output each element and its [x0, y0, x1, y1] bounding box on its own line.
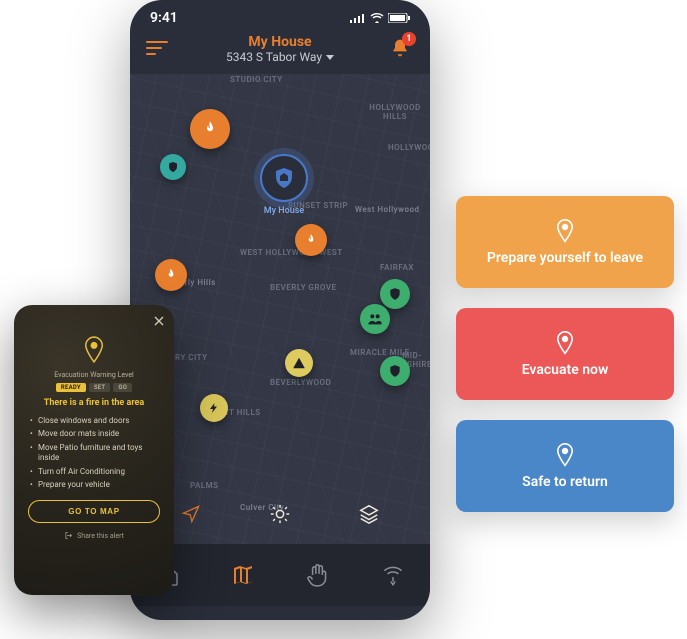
fire-icon [164, 268, 178, 282]
people-icon [367, 311, 383, 327]
location-pin-icon [83, 336, 105, 364]
pill-set: SET [89, 383, 111, 392]
layers-icon [358, 503, 380, 525]
map-label: HOLLYWOOD [388, 144, 430, 153]
my-house-pin[interactable] [260, 154, 308, 202]
wifi-icon [370, 13, 384, 23]
alert-subtitle: Evacuation Warning Level [28, 371, 160, 379]
status-icons [350, 13, 410, 23]
tab-bar [130, 544, 430, 606]
close-icon [154, 316, 164, 326]
warning-pin[interactable] [285, 349, 313, 377]
battery-icon [388, 13, 410, 23]
fire-icon [201, 120, 219, 138]
callout-label: Prepare yourself to leave [487, 250, 643, 266]
location-pin-icon [554, 442, 576, 468]
map-label: BEVERLYWOOD [270, 379, 331, 388]
tab-sensors[interactable] [375, 557, 411, 593]
map-controls [130, 494, 430, 534]
alert-title: There is a fire in the area [28, 398, 160, 408]
layers-button[interactable] [349, 494, 389, 534]
sensor-icon [380, 562, 406, 588]
map-label: WEST HOLLYWOOD WEST [240, 249, 343, 258]
share-alert-button[interactable]: Share this alert [28, 531, 160, 540]
map-label: STUDIO CITY [230, 76, 283, 85]
map-label: FAIRFAX [380, 264, 414, 273]
signal-icon [350, 13, 366, 23]
tab-map[interactable] [225, 557, 261, 593]
map-label: West Hollywood [355, 206, 420, 215]
checklist-item: Move Patio furniture and toys inside [30, 443, 158, 464]
checklist-item: Move door mats inside [30, 429, 158, 439]
my-house-label: My House [264, 206, 305, 216]
bolt-pin[interactable] [200, 394, 228, 422]
tab-resources[interactable] [300, 557, 336, 593]
callout-label: Safe to return [522, 474, 608, 490]
fire-icon [304, 233, 318, 247]
callout-label: Evacuate now [522, 362, 609, 378]
status-bar: 9:41 [130, 0, 430, 28]
bolt-icon [208, 401, 220, 415]
shield-icon [388, 287, 402, 301]
main-app-phone: 9:41 My House 5343 S Tabor Way 1 STUDIO … [130, 0, 430, 620]
warning-level-pills: READY SET GO [28, 383, 160, 392]
brightness-button[interactable] [260, 494, 300, 534]
location-name: My House [226, 34, 334, 50]
fire-pin[interactable] [155, 259, 187, 291]
locate-icon [181, 504, 201, 524]
map-canvas[interactable]: STUDIO CITY HOLLYWOOD HILLS HOLLYWOOD SU… [130, 74, 430, 544]
alert-pin-icon [81, 335, 107, 365]
shield-icon [167, 161, 179, 173]
house-shield-icon [272, 166, 296, 190]
teal-pin[interactable] [160, 154, 186, 180]
menu-button[interactable] [146, 34, 174, 62]
close-button[interactable] [154, 315, 164, 329]
share-icon [64, 531, 73, 540]
hand-icon [305, 562, 331, 588]
share-label: Share this alert [77, 532, 124, 540]
map-icon [231, 563, 255, 587]
shield-icon [388, 364, 402, 378]
green-pin[interactable] [380, 356, 410, 386]
location-address: 5343 S Tabor Way [226, 50, 322, 64]
callout-safe[interactable]: Safe to return [456, 420, 674, 512]
fire-pin[interactable] [295, 224, 327, 256]
status-time: 9:41 [150, 10, 178, 26]
location-pin-icon [554, 330, 576, 356]
notifications-button[interactable]: 1 [386, 34, 414, 62]
top-bar: My House 5343 S Tabor Way 1 [130, 28, 430, 74]
location-pin-icon [554, 218, 576, 244]
location-selector[interactable]: My House 5343 S Tabor Way [226, 34, 334, 64]
alert-card: Evacuation Warning Level READY SET GO Th… [14, 305, 174, 595]
notification-badge: 1 [402, 32, 416, 46]
map-label: PALMS [190, 482, 218, 491]
alert-checklist: Close windows and doors Move door mats i… [28, 416, 160, 490]
checklist-item: Turn off Air Conditioning [30, 467, 158, 477]
green-pin[interactable] [380, 279, 410, 309]
people-pin[interactable] [360, 304, 390, 334]
checklist-item: Close windows and doors [30, 416, 158, 426]
map-label: HOLLYWOOD HILLS [360, 104, 430, 122]
map-label: BEVERLY GROVE [270, 284, 337, 293]
callout-prepare[interactable]: Prepare yourself to leave [456, 196, 674, 288]
brightness-icon [269, 503, 291, 525]
warning-icon [292, 356, 306, 370]
pill-go: GO [113, 383, 132, 392]
go-to-map-button[interactable]: GO TO MAP [28, 500, 160, 523]
chevron-down-icon [326, 55, 334, 60]
callout-evacuate[interactable]: Evacuate now [456, 308, 674, 400]
pill-ready: READY [56, 383, 86, 392]
locate-button[interactable] [171, 494, 211, 534]
map-label: RY CITY [175, 354, 207, 363]
fire-pin[interactable] [190, 109, 230, 149]
checklist-item: Prepare your vehicle [30, 480, 158, 490]
